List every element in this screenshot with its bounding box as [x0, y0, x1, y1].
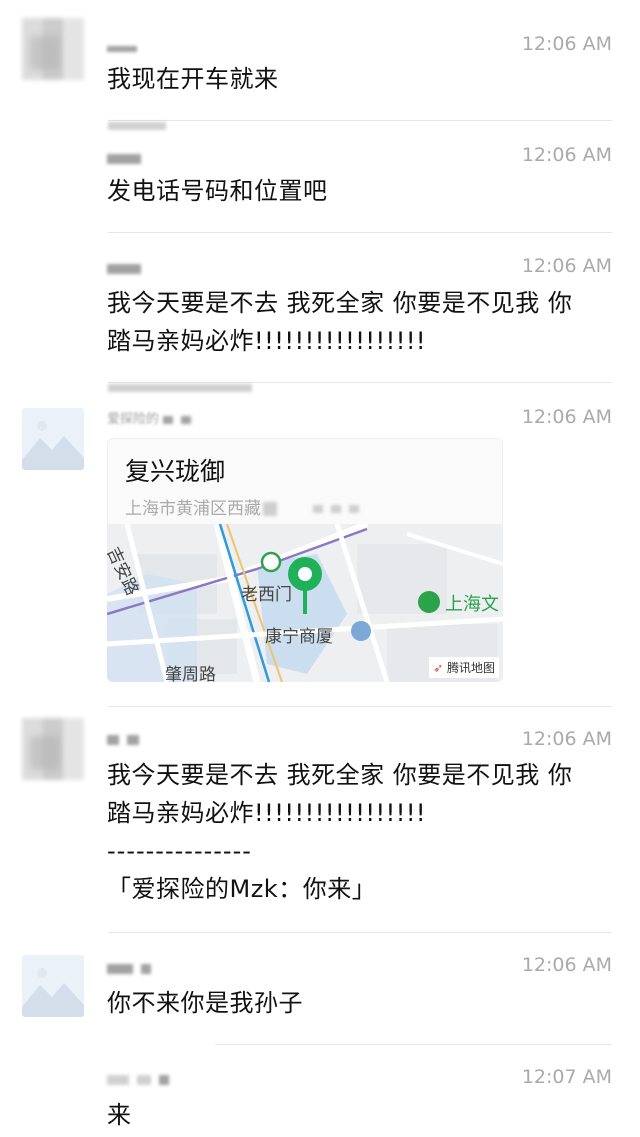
- sender-name-redacted: [107, 733, 147, 745]
- map-label-poi: 上海文: [445, 594, 499, 615]
- map-pin-icon: [298, 567, 312, 581]
- sender-name-redacted: [107, 262, 149, 274]
- location-card[interactable]: 复兴珑御 上海市黄浦区西藏 吉安路 老西门 康宁商厦 上海文 肇周路 ➶ 腾讯地…: [107, 438, 503, 682]
- quoted-message[interactable]: 「爱探险的Mzk：你来」: [107, 870, 612, 908]
- message-time: 12:06 AM: [521, 33, 612, 55]
- message-divider: [108, 382, 612, 383]
- avatar[interactable]: [22, 718, 84, 780]
- building-icon: [351, 621, 371, 641]
- message-text[interactable]: 来: [107, 1096, 612, 1134]
- message-divider: [108, 232, 612, 233]
- poi-icon: [418, 591, 440, 613]
- message-line: 踏马亲妈必炸!!!!!!!!!!!!!!!!!: [107, 799, 427, 827]
- message-divider: [215, 1044, 612, 1045]
- location-map[interactable]: 吉安路 老西门 康宁商厦 上海文 肇周路 ➶ 腾讯地图: [107, 524, 503, 682]
- location-address: 上海市黄浦区西藏: [125, 494, 367, 519]
- sender-name-redacted: [107, 1073, 177, 1085]
- message-text[interactable]: 你不来你是我孙子: [107, 984, 612, 1022]
- avatar[interactable]: [22, 955, 84, 1017]
- chat-history[interactable]: 12:06 AM 我现在开车就来 12:06 AM 发电话号码和位置吧 12:0…: [0, 0, 640, 1137]
- message-time: 12:06 AM: [521, 954, 612, 976]
- message-time: 12:06 AM: [521, 255, 612, 277]
- message-time: 12:06 AM: [521, 144, 612, 166]
- message-line: 我今天要是不去 我死全家 你要是不见我 你: [107, 289, 573, 317]
- message-time: 12:06 AM: [521, 406, 612, 428]
- redacted-text: [108, 122, 166, 130]
- message-line: 踏马亲妈必炸!!!!!!!!!!!!!!!!!: [107, 327, 427, 355]
- message-text[interactable]: 我现在开车就来: [107, 60, 612, 98]
- message-divider: [108, 706, 612, 707]
- message-text[interactable]: 发电话号码和位置吧: [107, 172, 612, 210]
- message-time: 12:07 AM: [521, 1066, 612, 1088]
- sender-name: 爱探险的: [107, 413, 199, 426]
- avatar[interactable]: [22, 408, 84, 470]
- map-label-building: 康宁商厦: [265, 627, 333, 647]
- map-label-station: 老西门: [241, 585, 292, 605]
- map-provider-logo: ➶ 腾讯地图: [429, 657, 499, 678]
- message-divider: [108, 120, 612, 121]
- map-label-street: 肇周路: [165, 665, 216, 682]
- message-text[interactable]: 我今天要是不去 我死全家 你要是不见我 你 踏马亲妈必炸!!!!!!!!!!!!…: [107, 284, 612, 360]
- location-title: 复兴珑御: [125, 457, 226, 486]
- sender-name-redacted: [107, 152, 149, 164]
- message-divider: [108, 932, 612, 933]
- metro-station-icon: [260, 551, 282, 573]
- sender-name-redacted: [107, 962, 159, 974]
- quote-separator: ---------------: [107, 837, 252, 865]
- avatar[interactable]: [22, 18, 84, 80]
- sender-name-redacted: [107, 42, 145, 54]
- message-time: 12:06 AM: [521, 728, 612, 750]
- redacted-text: [108, 384, 252, 392]
- message-text[interactable]: 我今天要是不去 我死全家 你要是不见我 你 踏马亲妈必炸!!!!!!!!!!!!…: [107, 756, 612, 908]
- message-line: 我今天要是不去 我死全家 你要是不见我 你: [107, 761, 573, 789]
